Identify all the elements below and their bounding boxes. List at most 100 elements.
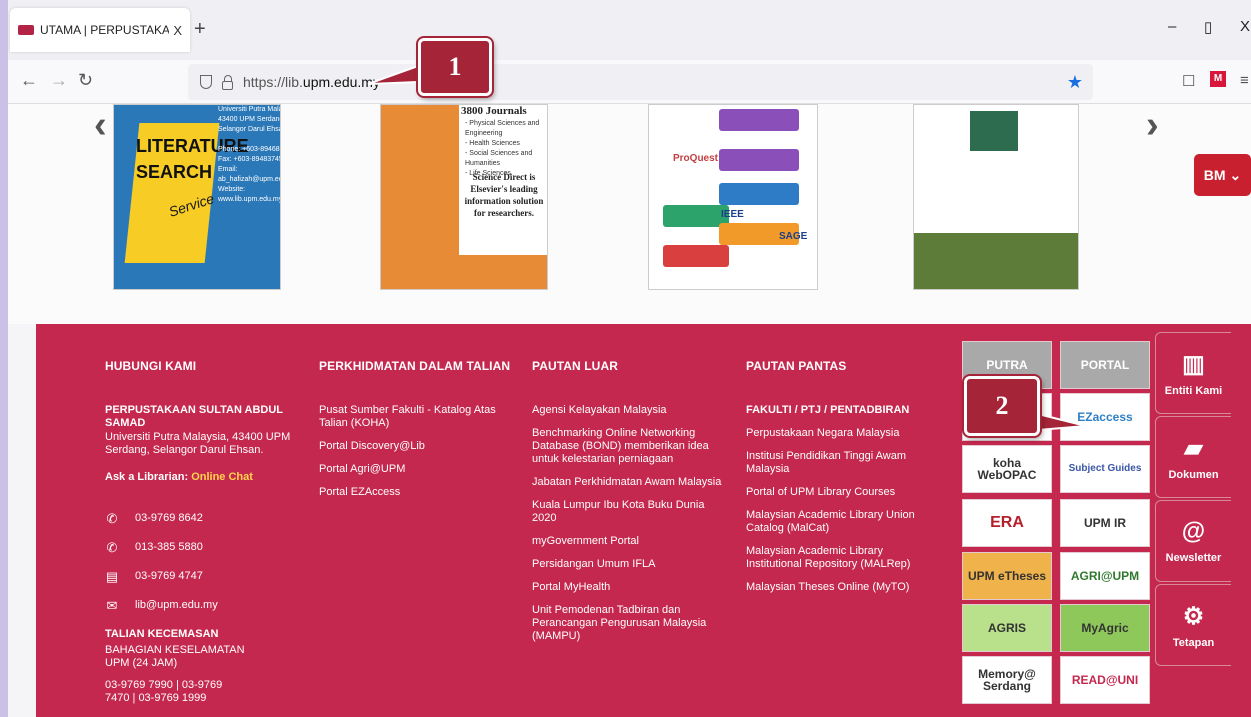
library-services-card[interactable] xyxy=(913,104,1079,290)
carousel-next-icon[interactable]: › xyxy=(1146,104,1159,147)
building-icon: ▥ xyxy=(1182,350,1205,378)
back-arrow-icon[interactable]: ← xyxy=(20,70,38,91)
online-link-agri[interactable]: Portal Agri@UPM xyxy=(319,463,504,476)
side-menu-label: Dokumen xyxy=(1168,468,1219,481)
email-link[interactable]: lib@upm.edu.my xyxy=(135,599,218,612)
online-chat-link[interactable]: Online Chat xyxy=(191,471,253,483)
tracking-shield-icon[interactable] xyxy=(200,75,212,89)
literature-search-card[interactable]: LITERATURE SEARCH Service Universiti Put… xyxy=(113,104,281,290)
library-address: Universiti Putra Malaysia, 43400 UPM Ser… xyxy=(105,431,291,456)
myagric-tile[interactable]: MyAgric xyxy=(1060,604,1150,652)
footer-heading-external: PAUTAN LUAR xyxy=(532,359,618,373)
side-menu-label: Tetapan xyxy=(1172,636,1215,649)
brand-label: SAGE xyxy=(779,231,808,242)
phone-row: ✆ 013-385 5880 xyxy=(105,541,295,554)
online-link-discovery[interactable]: Portal Discovery@Lib xyxy=(319,440,504,453)
portal-logo-tile[interactable]: PORTAL xyxy=(1060,341,1150,389)
external-link[interactable]: Persidangan Umum IFLA xyxy=(532,558,722,571)
library-name: PERPUSTAKAAN SULTAN ABDUL SAMAD xyxy=(105,404,283,429)
emergency-unit: BAHAGIAN KESELAMATAN UPM (24 JAM) xyxy=(105,644,245,669)
address-bar[interactable]: https://lib. upm.edu.my ★ xyxy=(188,64,1093,100)
card-address-line: Email: ab_hafizah@upm.edu.my xyxy=(218,166,280,183)
external-link[interactable]: Benchmarking Online Networking Database … xyxy=(532,427,722,466)
lock-icon[interactable] xyxy=(222,74,233,90)
emergency-phones[interactable]: 03-9769 7990 | 03-9769 7470 | 03-9769 19… xyxy=(105,679,245,705)
side-menu-entiti[interactable]: ▥ Entiti Kami xyxy=(1155,332,1231,414)
external-link[interactable]: Kuala Lumpur Ibu Kota Buku Dunia 2020 xyxy=(532,499,722,525)
url-prefix: https://lib. xyxy=(243,74,303,90)
gear-icon: ⚙ xyxy=(1182,602,1205,630)
phone-number[interactable]: 013-385 5880 xyxy=(135,541,203,554)
card-address: Universiti Putra Malaysia 43400 UPM Serd… xyxy=(218,105,281,205)
info-block xyxy=(719,149,799,171)
side-menu-label: Newsletter xyxy=(1165,552,1222,564)
card-address-line: 43400 UPM Serdang xyxy=(218,116,281,123)
side-menu-tetapan[interactable]: ⚙ Tetapan xyxy=(1155,584,1231,666)
online-services-column: Pusat Sumber Fakulti - Katalog Atas Tali… xyxy=(319,404,504,509)
external-link[interactable]: Portal MyHealth xyxy=(532,581,722,594)
card-headline: 3800 Journals xyxy=(461,105,527,117)
quick-link[interactable]: Malaysian Academic Library Union Catalog… xyxy=(746,509,936,535)
online-link-ezaccess[interactable]: Portal EZAccess xyxy=(319,486,504,499)
subject-guides-tile[interactable]: Subject Guides xyxy=(1060,445,1150,493)
browser-tab[interactable]: UTAMA | PERPUSTAKAAN SULTA X xyxy=(10,8,190,52)
agri-upm-tile[interactable]: AGRI@UPM xyxy=(1060,552,1150,600)
database-infographic-card[interactable]: ProQuest IEEE SAGE xyxy=(648,104,818,290)
quick-link[interactable]: Perpustakaan Negara Malaysia xyxy=(746,427,936,440)
callout-2: 2 xyxy=(964,376,1040,436)
quick-link[interactable]: Portal of UPM Library Courses xyxy=(746,486,936,499)
side-menu-dokumen[interactable]: ▰ Dokumen xyxy=(1155,416,1231,498)
external-link[interactable]: Unit Pemodenan Tadbiran dan Perancangan … xyxy=(532,604,722,643)
card-image-panel xyxy=(381,105,459,289)
online-link-koha[interactable]: Pusat Sumber Fakulti - Katalog Atas Tali… xyxy=(319,404,504,430)
card-address-line xyxy=(218,135,280,145)
bookmark-star-icon[interactable]: ★ xyxy=(1067,72,1083,93)
side-menu-label: Entiti Kami xyxy=(1164,384,1223,397)
fax-row: ▤ 03-9769 4747 xyxy=(105,570,295,583)
external-link[interactable]: Agensi Kelayakan Malaysia xyxy=(532,404,722,417)
upm-ir-tile[interactable]: UPM IR xyxy=(1060,499,1150,547)
quick-link[interactable]: Malaysian Theses Online (MyTO) xyxy=(746,581,936,594)
koha-logo-tile[interactable]: koha WebOPAC xyxy=(962,445,1052,493)
external-link[interactable]: myGovernment Portal xyxy=(532,535,722,548)
tab-title: UTAMA | PERPUSTAKAAN SULTA xyxy=(40,23,170,37)
science-direct-card[interactable]: 3800 Journals - Physical Sciences and En… xyxy=(380,104,548,290)
callout-1: 1 xyxy=(418,38,492,96)
forward-arrow-icon[interactable]: → xyxy=(50,70,68,91)
etheses-tile[interactable]: UPM eTheses xyxy=(962,552,1052,600)
memory-serdang-tile[interactable]: Memory@ Serdang xyxy=(962,656,1052,704)
url-host: upm.edu.my xyxy=(302,74,380,90)
card-tagline: Science Direct is Elsevier's leading inf… xyxy=(464,172,544,218)
restore-button[interactable]: ▯ xyxy=(1204,18,1212,36)
era-logo-tile[interactable]: ERA xyxy=(962,499,1052,547)
info-block xyxy=(719,183,799,205)
footer-heading-quick: PAUTAN PANTAS xyxy=(746,359,847,373)
pocket-icon[interactable]: ☐ xyxy=(1182,72,1195,90)
fax-icon: ▤ xyxy=(105,569,119,584)
side-menu-newsletter[interactable]: @ Newsletter xyxy=(1155,500,1231,582)
tab-close-icon[interactable]: X xyxy=(173,23,182,38)
minimize-button[interactable]: – xyxy=(1168,18,1176,35)
browser-screen: UTAMA | PERPUSTAKAAN SULTA X + – ▯ X ← →… xyxy=(8,0,1251,717)
language-button[interactable]: BM ⌄ xyxy=(1194,154,1251,196)
read-uni-tile[interactable]: READ@UNI xyxy=(1060,656,1150,704)
external-link[interactable]: Jabatan Perkhidmatan Awam Malaysia xyxy=(532,476,722,489)
card-address-line: Universiti Putra Malaysia xyxy=(218,106,280,113)
menu-icon[interactable]: ≡ xyxy=(1240,72,1249,89)
email-icon: ✉ xyxy=(106,598,118,613)
card-bullets: - Physical Sciences and Engineering - He… xyxy=(465,119,547,179)
close-window-button[interactable]: X xyxy=(1240,18,1250,35)
phone-number[interactable]: 03-9769 8642 xyxy=(135,512,203,525)
ezaccess-logo-tile[interactable]: EZaccess xyxy=(1060,393,1150,441)
phone-icon: ✆ xyxy=(106,540,118,555)
new-tab-button[interactable]: + xyxy=(194,18,206,41)
quick-links-column: FAKULTI / PTJ / PENTADBIRAN Perpustakaan… xyxy=(746,404,936,604)
emergency-title: TALIAN KECEMASAN xyxy=(105,628,219,640)
agris-tile[interactable]: AGRIS xyxy=(962,604,1052,652)
carousel-prev-icon[interactable]: ‹ xyxy=(94,104,107,147)
card-footer-band xyxy=(914,233,1078,289)
quick-link[interactable]: Malaysian Academic Library Institutional… xyxy=(746,545,936,571)
quick-link[interactable]: Institusi Pendidikan Tinggi Awam Malaysi… xyxy=(746,450,936,476)
extension-icon[interactable]: M xyxy=(1210,71,1226,87)
reload-icon[interactable]: ↻ xyxy=(78,70,93,91)
